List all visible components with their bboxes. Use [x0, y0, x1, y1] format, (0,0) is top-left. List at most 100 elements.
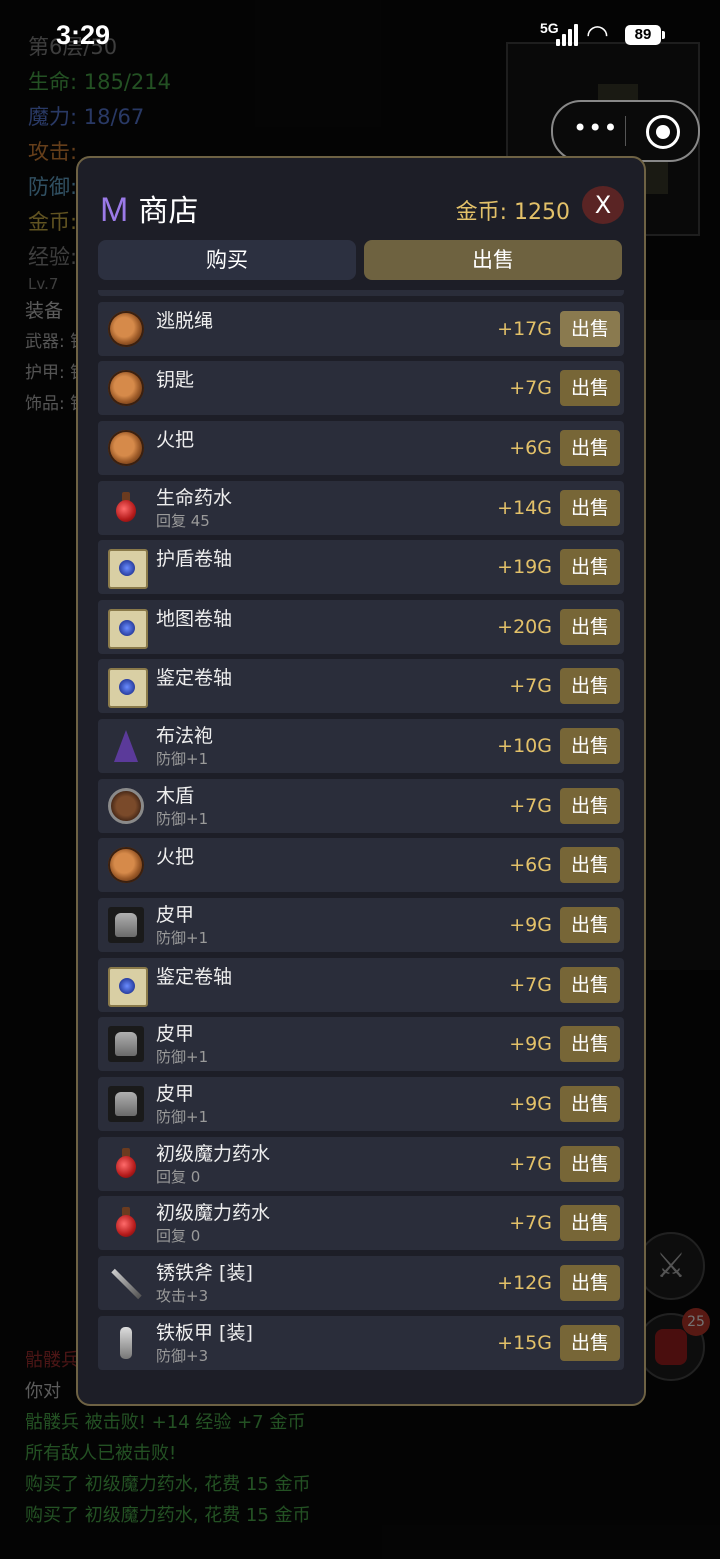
gold-balance: 金币: 1250 [455, 200, 570, 225]
item-sell-price: +7G [509, 1152, 552, 1175]
item-sell-price: +9G [509, 1033, 552, 1056]
list-item: 初级魔力药水 回复 0 +7G 出售 [98, 1196, 624, 1251]
sell-button[interactable]: 出售 [560, 310, 620, 347]
item-sell-price: +17G [497, 317, 552, 340]
tab-buy[interactable]: 购买 [98, 240, 356, 280]
wifi-icon: ◠ [586, 20, 609, 50]
clock: 3:29 [56, 20, 111, 50]
list-item: 初级魔力药水回复 0 +7G 出售 [98, 1136, 624, 1191]
shop-title-text: 商店 [138, 195, 199, 228]
rope-icon [108, 370, 144, 407]
item-name: 布法袍 [156, 725, 214, 748]
list-item: 木盾防御+1 +7G 出售 [98, 778, 624, 833]
scroll-icon [108, 668, 148, 709]
item-sell-price: +20G [497, 615, 552, 638]
item-sell-price: +7G [509, 377, 552, 400]
sell-button[interactable]: 出售 [560, 787, 620, 824]
rope-icon [108, 310, 144, 347]
mp-stat: 魔力: 18/67 [28, 105, 145, 129]
item-sell-price: +7G [509, 1212, 552, 1235]
item-sell-price: +19G [497, 556, 552, 579]
shop-title: M 商店 [100, 186, 198, 230]
potion-icon [108, 490, 144, 526]
item-sell-price: +14G [497, 496, 552, 519]
item-name: 铁板甲 [装] [156, 1321, 253, 1344]
sell-button[interactable]: 出售 [560, 370, 620, 407]
sell-item-list-inner: 逃脱绳 +17G 出售 钥匙 +7G 出售 火把 +6G 出售 生命药水 回复 45 +14G 出售 护盾… [98, 290, 624, 1375]
item-sell-price: +7G [509, 794, 552, 817]
sell-item-list[interactable]: 逃脱绳 +17G 出售 钥匙 +7G 出售 火把 +6G 出售 生命药水 回复 45 +14G 出售 护盾… [98, 290, 624, 1388]
item-effect: 防御+1 [156, 809, 209, 828]
sell-button[interactable]: 出售 [560, 1145, 620, 1182]
log-line: 购买了 初级魔力药水, 花费 15 金币 [25, 1505, 311, 1526]
sell-button[interactable]: 出售 [560, 1085, 620, 1122]
potion-icon [108, 1205, 144, 1241]
item-sell-price: +10G [497, 735, 552, 758]
rope-icon [108, 429, 144, 466]
close-button[interactable]: X [582, 186, 624, 224]
item-effect: 回复 0 [156, 1167, 201, 1186]
hp-stat: 生命: 185/214 [28, 70, 171, 94]
item-sell-price: +6G [509, 436, 552, 459]
item-sell-price: +12G [497, 1271, 552, 1294]
item-name: 鉴定卷轴 [156, 965, 233, 988]
sell-button[interactable]: 出售 [560, 907, 620, 944]
sell-button[interactable]: 出售 [560, 847, 620, 884]
sell-button[interactable]: 出售 [560, 1205, 620, 1242]
battery-icon: 89 [625, 25, 665, 45]
sell-button[interactable]: 出售 [560, 1026, 620, 1063]
item-effect: 攻击+3 [156, 1286, 209, 1305]
scroll-icon [108, 966, 148, 1007]
potion-icon [108, 1146, 144, 1182]
log-line: 所有敌人已被击败! [25, 1443, 177, 1464]
rope-icon [108, 847, 144, 884]
item-name: 锈铁斧 [装] [156, 1261, 253, 1284]
list-item: 鉴定卷轴 +7G 出售 [98, 957, 624, 1012]
sell-button[interactable]: 出售 [560, 966, 620, 1003]
sell-button[interactable]: 出售 [560, 1324, 620, 1361]
axe-icon [108, 1265, 144, 1301]
scroll-icon [108, 549, 148, 590]
item-name: 初级魔力药水 [156, 1142, 271, 1165]
sell-button[interactable]: 出售 [560, 728, 620, 765]
list-item: 铁板甲 [装] 防御+3 +15G 出售 [98, 1315, 624, 1370]
list-item: 护盾卷轴 +19G 出售 [98, 540, 624, 595]
item-name: 生命药水 [156, 486, 233, 509]
item-effect: 防御+1 [156, 750, 209, 769]
list-item: 布法袍防御+1 +10G 出售 [98, 719, 624, 774]
item-name: 逃脱绳 [156, 309, 214, 332]
item-sell-price: +9G [509, 1092, 552, 1115]
sell-button[interactable]: 出售 [560, 489, 620, 526]
list-item: 钥匙 +7G 出售 [98, 361, 624, 416]
item-name: 初级魔力药水 [156, 1202, 271, 1225]
item-name: 皮甲 [156, 1023, 195, 1046]
list-item: 皮甲防御+1 +9G 出售 [98, 1017, 624, 1072]
status-bar: 3:29 5G ◠ 89 [0, 0, 720, 70]
item-effect: 防御+1 [156, 1048, 209, 1067]
item-name: 木盾 [156, 784, 195, 807]
item-name: 地图卷轴 [156, 607, 233, 630]
sell-button[interactable]: 出售 [560, 549, 620, 586]
scroll-icon [108, 608, 148, 649]
item-name: 火把 [156, 428, 195, 451]
list-item: 火把 +6G 出售 [98, 838, 624, 893]
item-effect: 防御+3 [156, 1346, 209, 1365]
list-item: 地图卷轴 +20G 出售 [98, 599, 624, 654]
more-icon[interactable]: ••• [573, 114, 618, 142]
list-item: 生命药水 回复 45 +14G 出售 [98, 480, 624, 535]
table-row [98, 290, 624, 296]
sell-button[interactable]: 出售 [560, 429, 620, 466]
sell-button[interactable]: 出售 [560, 608, 620, 645]
list-item: 逃脱绳 +17G 出售 [98, 301, 624, 356]
log-line: 购买了 初级魔力药水, 花费 15 金币 [25, 1474, 311, 1495]
tab-sell[interactable]: 出售 [364, 240, 622, 280]
robe-icon [108, 728, 144, 764]
sell-button[interactable]: 出售 [560, 668, 620, 705]
attack-button[interactable]: ⚔ [637, 1232, 705, 1300]
signal-icon [556, 24, 580, 46]
sell-button[interactable]: 出售 [560, 1264, 620, 1301]
close-miniprogram-icon[interactable] [646, 115, 680, 149]
item-effect: 防御+1 [156, 929, 209, 948]
item-name: 鉴定卷轴 [156, 667, 233, 690]
capsule-divider [625, 116, 626, 146]
